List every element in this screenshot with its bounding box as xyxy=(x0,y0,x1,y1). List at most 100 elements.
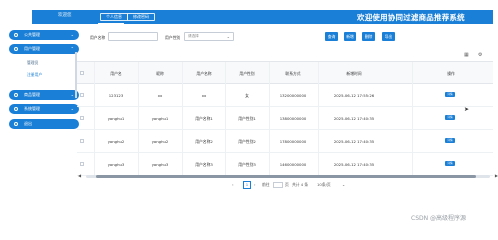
total-count: 共计 4 条 xyxy=(292,182,309,187)
row-checkbox[interactable] xyxy=(80,116,84,120)
active-tab-underline xyxy=(98,23,124,24)
grid-icon[interactable]: ▦ xyxy=(464,52,469,58)
cell-created: 2025-06-12 17:40:35 xyxy=(333,139,375,144)
sidebar-subitem-registered-users[interactable]: 注册用户 xyxy=(27,72,42,78)
chevron-up-icon: ⌃ xyxy=(70,46,74,51)
sidebar-item-system[interactable]: 系统管理 ⌄ xyxy=(9,104,79,114)
sidebar-item-label: 用户管理 xyxy=(24,46,40,51)
scroll-left-icon[interactable]: ◀ xyxy=(78,173,81,178)
cell-name: 用户名称1 xyxy=(195,116,213,121)
cell-created: 2025-06-12 17:55:26 xyxy=(333,93,375,98)
row-checkbox[interactable] xyxy=(80,139,84,143)
sidebar-subitem-admin[interactable]: 管理员 xyxy=(27,60,38,66)
table-row[interactable]: 123123 xx xx 女 13200000000 2025-06-12 17… xyxy=(77,84,493,107)
sidebar-item-logout[interactable]: 退出 xyxy=(9,119,79,129)
add-button[interactable]: 新增 xyxy=(344,32,356,41)
gender-select[interactable]: 请选择 ⌄ xyxy=(184,32,234,41)
username-label: 用户名称 xyxy=(90,35,106,40)
sidebar-item-label: 系统管理 xyxy=(24,106,40,111)
cell-created: 2025-06-12 17:40:35 xyxy=(333,162,375,167)
cell-contact: 13200000000 xyxy=(279,93,307,98)
cell-created: 2025-06-12 17:40:35 xyxy=(333,116,375,121)
goto-label: 前往 xyxy=(262,182,270,187)
cell-name: 用户名称3 xyxy=(195,162,213,167)
logout-icon xyxy=(14,122,18,126)
row-checkbox[interactable] xyxy=(80,162,84,166)
select-all-checkbox[interactable] xyxy=(80,71,84,75)
cell-username: yonghu3 xyxy=(107,162,125,167)
next-page-icon[interactable]: › xyxy=(254,181,256,189)
table-row[interactable]: yonghu2 yonghu2 用户名称2 用户性别2 17800000000 … xyxy=(77,130,493,153)
col-header-nickname: 昵称 xyxy=(156,71,164,76)
chevron-down-icon: ⌄ xyxy=(70,32,74,37)
cell-gender: 用户性别1 xyxy=(238,116,256,121)
chevron-down-icon: ⌄ xyxy=(70,92,74,97)
cell-username: 123123 xyxy=(108,93,124,98)
menu-dot-icon xyxy=(14,107,18,111)
cell-contact: 14600000000 xyxy=(279,162,307,167)
username-input[interactable] xyxy=(108,32,158,41)
page-number-current[interactable]: 1 xyxy=(243,181,251,189)
details-button[interactable]: 详情 xyxy=(445,138,455,143)
menu-dot-icon xyxy=(14,33,18,37)
app-root: 欢迎您 个人信息 修改密码 欢迎使用协同过滤商品推荐系统 公共管理 ⌄ 用户管理… xyxy=(0,0,498,228)
cell-gender: 女 xyxy=(245,93,249,98)
top-navbar: 欢迎您 个人信息 修改密码 欢迎使用协同过滤商品推荐系统 xyxy=(32,10,493,24)
details-button[interactable]: 详情 xyxy=(445,161,455,166)
cell-username: yonghu1 xyxy=(107,116,125,121)
chevron-down-icon[interactable]: ⌄ xyxy=(342,181,345,189)
sidebar-item-public[interactable]: 公共管理 ⌄ xyxy=(9,30,79,40)
cell-contact: 13800000000 xyxy=(279,116,307,121)
app-title: 欢迎使用协同过滤商品推荐系统 xyxy=(357,13,465,22)
delete-button[interactable]: 删除 xyxy=(362,32,375,41)
table-row[interactable]: yonghu3 yonghu3 用户名称3 用户性别3 14600000000 … xyxy=(77,153,493,176)
goto-page-input[interactable] xyxy=(273,182,283,188)
cell-name: 用户名称2 xyxy=(195,139,213,144)
col-header-contact: 联系方式 xyxy=(285,71,301,76)
cell-nickname: yonghu3 xyxy=(151,162,169,167)
cell-nickname: yonghu1 xyxy=(151,116,169,121)
sidebar: 公共管理 ⌄ 用户管理 ⌃ 管理员 注册用户 商品管理 ⌄ 系统管理 ⌄ 退出 xyxy=(9,24,79,132)
sidebar-item-label: 公共管理 xyxy=(24,32,40,37)
row-checkbox[interactable] xyxy=(80,93,84,97)
menu-dot-icon xyxy=(14,93,18,97)
tab-profile[interactable]: 个人信息 xyxy=(100,13,128,21)
sidebar-item-label: 退出 xyxy=(24,121,32,126)
col-header-name: 用户名称 xyxy=(196,71,212,76)
cell-gender: 用户性别3 xyxy=(238,162,256,167)
scrollbar-thumb[interactable] xyxy=(96,175,476,178)
export-button[interactable]: 导出 xyxy=(382,32,395,41)
settings-icon[interactable]: ⚙ xyxy=(478,52,482,58)
cell-gender: 用户性别2 xyxy=(238,139,256,144)
page-size-select[interactable]: 10条/页 xyxy=(317,181,331,189)
table-horizontal-scrollbar[interactable]: ◀ ▶ xyxy=(78,173,498,178)
data-table: 用户名 昵称 用户名称 用户性别 联系方式 新增时间 操作 123123 xx … xyxy=(77,61,493,176)
prev-page-icon[interactable]: ‹ xyxy=(232,181,234,189)
sidebar-item-products[interactable]: 商品管理 ⌄ xyxy=(9,90,79,100)
sidebar-item-users[interactable]: 用户管理 ⌃ xyxy=(9,44,79,54)
table-header: 用户名 昵称 用户名称 用户性别 联系方式 新增时间 操作 xyxy=(77,62,493,84)
cell-username: yonghu2 xyxy=(107,139,125,144)
welcome-label: 欢迎您 xyxy=(58,13,72,18)
details-button[interactable]: 详情 xyxy=(445,92,455,97)
details-button[interactable]: 详情 xyxy=(445,115,455,120)
chevron-down-icon: ⌄ xyxy=(226,34,230,39)
gender-label: 用户性别 xyxy=(165,35,181,40)
tab-change-password[interactable]: 修改密码 xyxy=(127,13,155,21)
col-header-username: 用户名 xyxy=(110,71,122,76)
watermark: CSDN @高级程序源 xyxy=(411,215,467,222)
col-header-gender: 用户性别 xyxy=(239,71,255,76)
mouse-cursor-icon: ➤ xyxy=(464,106,470,113)
cell-contact: 17800000000 xyxy=(279,139,307,144)
page-suffix: 页 xyxy=(285,182,289,187)
sidebar-item-label: 商品管理 xyxy=(24,92,40,97)
col-header-actions: 操作 xyxy=(447,71,455,76)
cell-name: xx xyxy=(201,93,207,98)
cell-nickname: yonghu2 xyxy=(151,139,169,144)
search-button[interactable]: 查询 xyxy=(325,32,338,41)
gender-select-placeholder: 请选择 xyxy=(188,34,199,38)
chevron-down-icon: ⌄ xyxy=(70,106,74,111)
cell-nickname: xx xyxy=(157,93,163,98)
table-row[interactable]: yonghu1 yonghu1 用户名称1 用户性别1 13800000000 … xyxy=(77,107,493,130)
col-header-created: 新增时间 xyxy=(346,71,362,76)
